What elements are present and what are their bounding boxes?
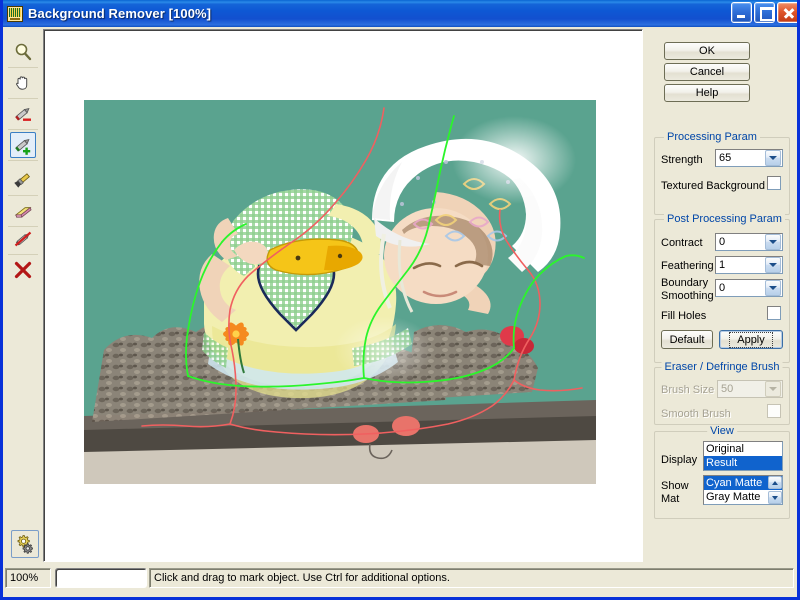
post-processing-param-group: Post Processing Param Contract 0 Feather… [654,213,790,363]
defringe-brush-tool[interactable] [10,167,36,193]
feathering-label: Feathering [661,260,714,272]
strength-combo[interactable]: 65 [715,149,783,167]
eraser-icon [14,206,32,218]
matted-image [84,100,596,484]
window-title: Background Remover [100%] [28,6,212,21]
image-canvas[interactable] [43,29,643,562]
cancel-button[interactable]: Cancel [664,63,750,81]
default-button[interactable]: Default [661,330,713,349]
feathering-combo[interactable]: 1 [715,256,783,274]
boundary-smoothing-label-line1: Boundary [661,277,709,289]
eraser-defringe-brush-group: Eraser / Defringe Brush Brush Size 50 Sm… [654,361,790,425]
help-button[interactable]: Help [664,84,750,102]
scroll-down-icon[interactable] [768,491,782,504]
hand-icon [16,76,28,90]
chevron-down-icon[interactable] [765,257,781,273]
mark-object-tool[interactable] [10,132,36,158]
apply-button[interactable]: Apply [719,330,783,349]
eraser-defringe-brush-title: Eraser / Defringe Brush [661,361,783,373]
boundary-smoothing-combo[interactable]: 0 [715,279,783,297]
chevron-down-icon[interactable] [765,280,781,296]
display-option-original[interactable]: Original [704,442,782,456]
chevron-down-icon [765,381,781,397]
brush-size-label: Brush Size [661,384,715,396]
smooth-brush-label: Smooth Brush [661,408,731,420]
brush-size-combo: 50 [717,380,783,398]
window-controls [731,2,797,23]
title-bar: Background Remover [100%] [3,0,797,27]
post-processing-param-title: Post Processing Param [664,213,785,225]
app-icon [7,5,23,22]
brush-size-value: 50 [721,383,734,395]
photo-preview[interactable] [84,100,596,484]
boundary-smoothing-value: 0 [719,282,726,294]
display-label: Display [661,454,698,466]
feathering-value: 1 [719,259,726,271]
brush-icon [14,173,30,188]
gears-icon [17,535,33,554]
boundary-smoothing-label-line2: Smoothing [661,290,714,302]
clear-all-tool[interactable] [10,257,36,283]
status-bar: 100% Click and drag to mark object. Use … [3,564,797,594]
cancel-button-label: Cancel [689,66,725,78]
view-title: View [707,425,737,437]
pencil-minus-icon [15,107,31,121]
chevron-down-icon[interactable] [765,234,781,250]
chevron-down-icon[interactable] [765,150,781,166]
fill-holes-label: Fill Holes [661,310,707,322]
ok-button[interactable]: OK [664,42,750,60]
processing-param-title: Processing Param [664,131,760,143]
eraser-tool[interactable] [10,198,36,224]
mark-background-tool[interactable] [10,101,36,127]
view-group: View Display Original Result Show Mat Cy… [654,425,790,519]
strength-value: 65 [719,152,732,164]
smooth-brush-checkbox [767,404,781,418]
help-button-label: Help [695,87,719,99]
client-area: OK Cancel Help Processing Param Strength… [3,27,797,594]
textured-background-checkbox[interactable] [767,176,781,190]
processing-param-group: Processing Param Strength 65 Textured Ba… [654,131,790,215]
zoom-level-indicator: 100% [5,568,51,588]
contract-combo[interactable]: 0 [715,233,783,251]
show-mat-label-line2: Mat [661,493,680,505]
settings-panel: OK Cancel Help Processing Param Strength… [648,27,797,564]
scroll-up-icon[interactable] [768,476,782,489]
textured-background-label: Textured Background [661,180,765,192]
strength-label: Strength [661,154,703,166]
default-button-label: Default [669,333,705,346]
apply-button-label: Apply [729,331,773,348]
pencil-plus-icon [15,138,31,155]
remove-marks-tool[interactable] [10,226,36,252]
display-option-result[interactable]: Result [704,456,782,470]
settings-button[interactable] [11,530,39,558]
show-mat-scrollbar[interactable] [768,476,782,504]
status-hint-text: Click and drag to mark object. Use Ctrl … [149,568,794,588]
pencil-strike-icon [14,231,32,247]
contract-label: Contract [661,237,703,249]
show-mat-listbox[interactable]: Cyan Matte Gray Matte [703,475,783,505]
zoom-tool[interactable] [10,39,36,65]
maximize-button[interactable] [754,2,775,23]
show-mat-label-line1: Show [661,480,689,492]
application-window: Background Remover [100%] OK Cancel Help… [0,0,800,600]
progress-bar [55,568,147,588]
ok-button-label: OK [699,45,715,57]
contract-value: 0 [719,236,726,248]
magnifier-icon [15,43,32,61]
close-button[interactable] [777,2,797,23]
display-listbox[interactable]: Original Result [703,441,783,471]
red-x-icon [14,261,32,279]
tool-palette [3,27,43,594]
minimize-button[interactable] [731,2,752,23]
pan-tool[interactable] [10,70,36,96]
fill-holes-checkbox[interactable] [767,306,781,320]
